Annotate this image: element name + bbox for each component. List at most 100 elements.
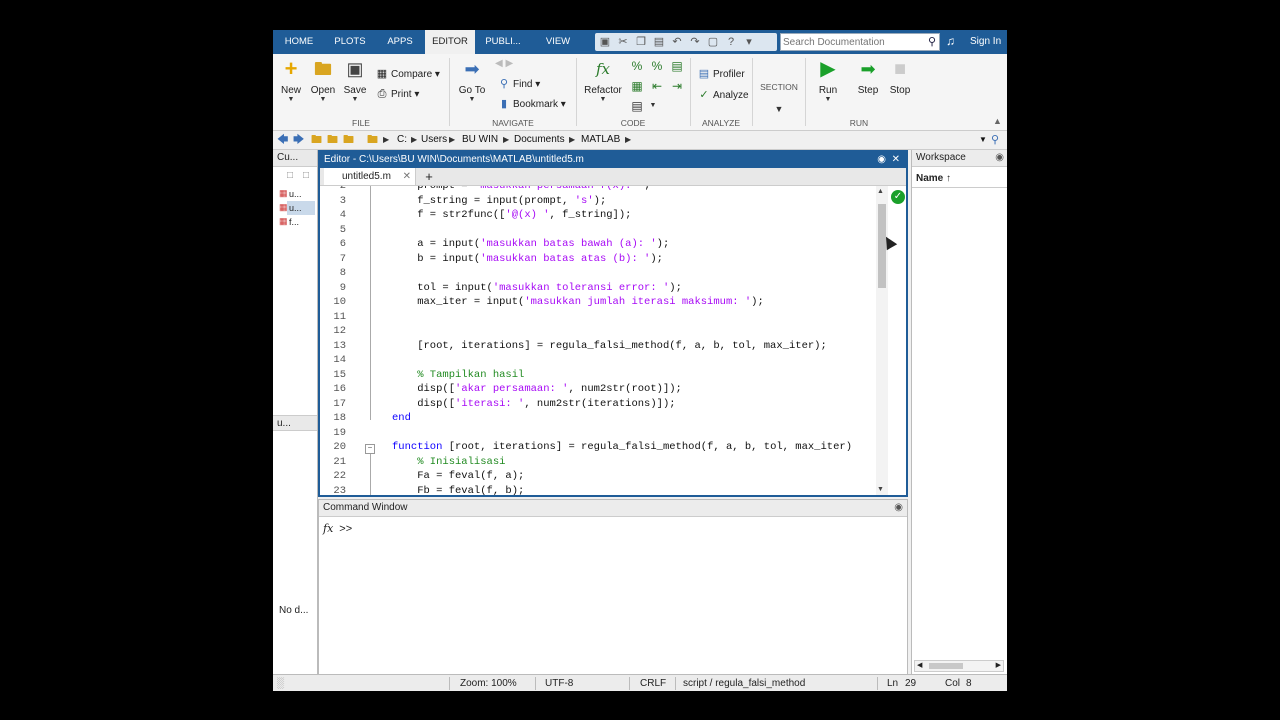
line-number: 22 <box>333 470 346 482</box>
save-icon[interactable]: ▣ <box>599 36 611 48</box>
help-icon[interactable]: ? <box>725 36 737 48</box>
tab-plots[interactable]: PLOTS <box>327 30 373 54</box>
forward-icon[interactable]: 🡆 <box>293 133 304 147</box>
goto-button[interactable]: ➡ Go To ▼ <box>457 58 487 114</box>
save-button[interactable]: ▣ Save ▼ <box>341 58 369 114</box>
file-item-selected[interactable]: u... <box>289 201 302 215</box>
open-button[interactable]: 🖿 Open ▼ <box>309 58 337 114</box>
notification-bell-icon[interactable]: ♫ <box>946 34 955 48</box>
code-line[interactable]: Fa = feval(f, a); <box>392 470 524 482</box>
paste-icon[interactable]: ▤ <box>653 36 665 48</box>
breadcrumb-c[interactable]: C: <box>397 131 407 149</box>
redo-icon[interactable]: ↷ <box>689 36 701 48</box>
code-line[interactable]: a = input('masukkan batas bawah (a): '); <box>392 238 669 250</box>
code-line[interactable]: Fb = feval(f, b); <box>392 485 524 496</box>
code-line[interactable]: % Inisialisasi <box>392 456 505 468</box>
tab-apps[interactable]: APPS <box>379 30 421 54</box>
compare-button[interactable]: ▦ Compare ▾ <box>375 66 440 82</box>
search-documentation[interactable]: ⚲ <box>780 33 940 51</box>
code-line[interactable]: disp(['iterasi: ', num2str(iterations)])… <box>392 398 675 410</box>
search-icon[interactable]: ⚲ <box>928 35 936 48</box>
sign-in-link[interactable]: Sign In <box>970 30 1001 54</box>
file-item[interactable]: u... <box>289 187 302 201</box>
tab-editor[interactable]: EDITOR <box>425 30 475 54</box>
refactor-button[interactable]: fx Refactor ▼ <box>583 58 623 114</box>
fold-toggle-icon[interactable]: − <box>365 444 375 454</box>
chevron-down-icon[interactable]: ▼ <box>645 98 661 114</box>
breadcrumb-bu-win[interactable]: BU WIN <box>462 131 498 149</box>
print-button[interactable]: ⎙ Print ▾ <box>375 86 420 102</box>
panel-options-icon[interactable]: ◉ <box>995 150 1004 166</box>
code-line[interactable]: [root, iterations] = regula_falsi_method… <box>392 340 827 352</box>
zoom-level[interactable]: Zoom: 100% <box>460 675 517 691</box>
file-item[interactable]: f... <box>289 215 299 229</box>
code-line[interactable]: tol = input('masukkan toleransi error: '… <box>392 282 682 294</box>
code-line[interactable]: b = input('masukkan batas atas (b): '); <box>392 253 663 265</box>
line-ending[interactable]: CRLF <box>640 675 666 691</box>
back-icon[interactable]: 🡄 <box>277 133 288 147</box>
customize-dropdown-icon[interactable]: ▾ <box>743 36 755 48</box>
folder-icon[interactable]: 🖿 <box>343 133 354 147</box>
code-line[interactable]: prompt = 'masukkan persamaan f(x): '; <box>392 186 650 192</box>
collapse-ribbon-icon[interactable]: ▲ <box>993 116 1002 126</box>
profiler-button[interactable]: ▤ Profiler <box>697 66 745 82</box>
switch-windows-icon[interactable]: ▢ <box>707 36 719 48</box>
editor-scrollbar[interactable]: ▲ ▼ <box>876 186 888 495</box>
scroll-right-icon[interactable]: ▶ <box>996 661 1001 669</box>
back-forward-buttons[interactable]: ◀ ▶ <box>495 56 513 72</box>
fx-icon[interactable]: fx <box>323 522 333 535</box>
file-encoding[interactable]: UTF-8 <box>545 675 573 691</box>
increase-indent-icon[interactable]: ⇥ <box>669 78 685 94</box>
section-button[interactable]: SECTION ▼ <box>757 82 801 138</box>
code-line[interactable]: f = str2func(['@(x) ', f_string]); <box>392 209 631 221</box>
scroll-up-icon[interactable]: ▲ <box>877 188 884 195</box>
search-folder-icon[interactable]: ⚲ <box>991 133 999 147</box>
step-button[interactable]: ➡ Step <box>853 58 883 114</box>
scroll-left-icon[interactable]: ◀ <box>917 661 922 669</box>
panel-options-icon[interactable]: ◉ <box>894 500 903 516</box>
workspace-name-column-header[interactable]: Name ↑ <box>912 171 1007 188</box>
stop-button[interactable]: ■ Stop <box>885 58 915 114</box>
path-dropdown-icon[interactable]: ▼ <box>979 131 987 149</box>
wrap-comments-icon[interactable]: ▤ <box>669 58 685 74</box>
code-line[interactable]: disp(['akar persamaan: ', num2str(root)]… <box>392 383 682 395</box>
close-icon[interactable]: ✕ <box>892 152 900 168</box>
close-tab-icon[interactable]: ✕ <box>403 168 411 185</box>
editor-options-icon[interactable]: ◉ <box>877 152 886 168</box>
code-line[interactable]: % Tampilkan hasil <box>392 369 524 381</box>
workspace-hscrollbar[interactable]: ◀ ▶ <box>914 660 1004 672</box>
scroll-thumb[interactable] <box>929 663 963 669</box>
cut-icon[interactable]: ✂ <box>617 36 629 48</box>
command-prompt[interactable]: fx >> <box>323 522 352 535</box>
code-line[interactable]: max_iter = input('masukkan jumlah iteras… <box>392 296 764 308</box>
insert-function-icon[interactable]: ▤ <box>629 98 645 114</box>
search-input[interactable] <box>783 35 923 49</box>
uncomment-icon[interactable]: % <box>649 58 665 74</box>
undo-icon[interactable]: ↶ <box>671 36 683 48</box>
code-line[interactable]: function [root, iterations] = regula_fal… <box>392 441 852 453</box>
browse-folder-icon[interactable]: 🖿 <box>327 133 338 147</box>
new-tab-button[interactable]: + <box>420 168 438 185</box>
breadcrumb-matlab[interactable]: MATLAB <box>581 131 620 149</box>
tab-home[interactable]: HOME <box>277 30 321 54</box>
find-button[interactable]: ⚲ Find ▾ <box>497 76 540 92</box>
tab-view[interactable]: VIEW <box>535 30 581 54</box>
code-analyzer-ok-icon[interactable]: ✓ <box>891 190 905 204</box>
analyze-button[interactable]: ✓ Analyze <box>697 87 748 103</box>
bookmark-button[interactable]: ▮ Bookmark ▾ <box>497 96 566 112</box>
run-button[interactable]: ▶ Run ▼ <box>813 58 843 114</box>
copy-icon[interactable]: ❐ <box>635 36 647 48</box>
new-button[interactable]: + New ▼ <box>277 58 305 114</box>
decrease-indent-icon[interactable]: ⇤ <box>649 78 665 94</box>
up-folder-icon[interactable]: 🖿 <box>311 133 322 147</box>
breadcrumb-documents[interactable]: Documents <box>514 131 565 149</box>
tab-publish[interactable]: PUBLI... <box>479 30 527 54</box>
smart-indent-icon[interactable]: ▦ <box>629 78 645 94</box>
comment-icon[interactable]: % <box>629 58 645 74</box>
tab-untitled5[interactable]: untitled5.m ✕ <box>324 168 416 185</box>
code-line[interactable]: end <box>392 412 411 424</box>
scroll-down-icon[interactable]: ▼ <box>877 486 884 493</box>
code-line[interactable]: f_string = input(prompt, 's'); <box>392 195 606 207</box>
breadcrumb-users[interactable]: Users <box>421 131 447 149</box>
code-area[interactable]: 2 prompt = 'masukkan persamaan f(x): '; 3… <box>320 186 880 495</box>
